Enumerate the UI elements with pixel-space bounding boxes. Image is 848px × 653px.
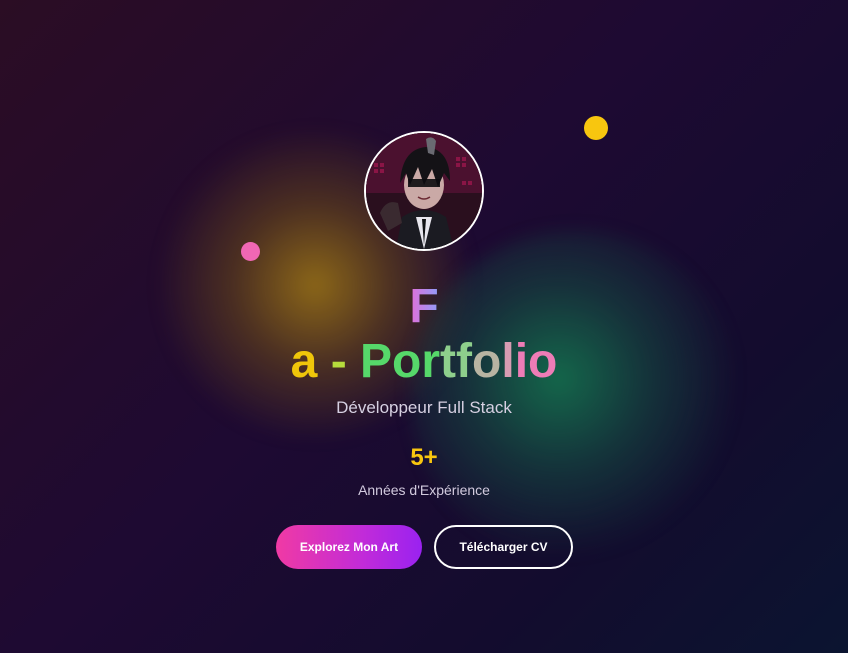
hero-title-initial: F — [409, 280, 439, 333]
profile-avatar — [364, 131, 484, 251]
background-glow-green — [410, 230, 740, 560]
download-cv-button[interactable]: Télécharger CV — [434, 525, 573, 569]
hero-subtitle: Développeur Full Stack — [336, 398, 512, 417]
experience-years-value: 5+ — [410, 444, 438, 471]
hero-title-char: o — [392, 335, 422, 388]
hero-title-char: t — [440, 335, 457, 388]
hero-title-char: a — [290, 335, 318, 388]
hero-title-char: l — [501, 335, 515, 388]
decorative-dot-yellow — [584, 116, 608, 140]
hero-title-char: P — [360, 335, 393, 388]
hero-title-char: i — [514, 335, 529, 388]
decorative-dot-pink — [241, 242, 260, 261]
explore-art-button[interactable]: Explorez Mon Art — [276, 525, 422, 569]
hero-title-char: f — [456, 335, 473, 388]
hero-title-line2: a - Portfolio — [0, 338, 848, 386]
hero-title-char: o — [528, 335, 558, 388]
avatar-illustration-icon — [366, 133, 482, 249]
hero-title-char: o — [472, 335, 502, 388]
experience-years-label: Années d'Expérience — [358, 482, 490, 498]
hero-title-char: - — [330, 335, 347, 388]
hero-title-char: r — [421, 335, 441, 388]
hero-title-line1: F — [0, 283, 848, 331]
